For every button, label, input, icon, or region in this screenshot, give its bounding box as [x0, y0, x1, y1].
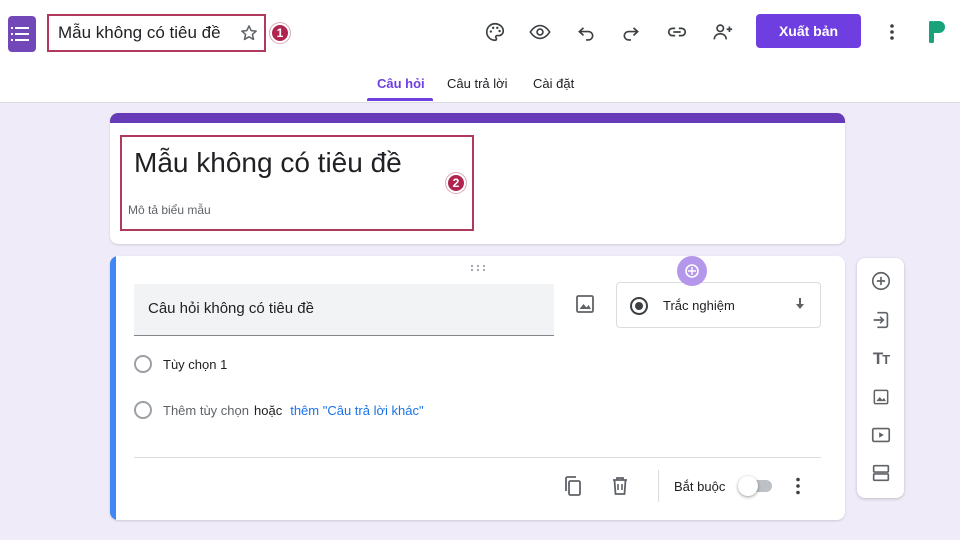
form-title-card: Mẫu không có tiêu đề Mô tả biểu mẫu	[110, 113, 845, 244]
add-video-icon[interactable]	[869, 423, 893, 447]
step-badge-1: 1	[270, 23, 290, 43]
add-option-link[interactable]: Thêm tùy chọn	[163, 403, 249, 418]
delete-icon[interactable]	[608, 474, 632, 498]
or-text: hoặc	[254, 402, 283, 418]
dropdown-arrow-icon	[796, 298, 804, 309]
form-name-field[interactable]: Mẫu không có tiêu đề	[47, 14, 266, 52]
undo-icon[interactable]	[574, 20, 598, 44]
step-badge-2: 2	[446, 173, 466, 193]
theme-strip	[110, 113, 845, 123]
add-title-icon[interactable]: TT	[869, 347, 893, 371]
app-header: Mẫu không có tiêu đề 1 Xuất bản Câu hỏi …	[0, 0, 960, 103]
add-option-row: Thêm tùy chọn hoặc thêm "Câu trả lời khá…	[134, 399, 424, 421]
option-row-1[interactable]: Tùy chọn 1	[134, 353, 227, 375]
question-footer-divider	[134, 457, 821, 458]
form-name-text: Mẫu không có tiêu đề	[58, 23, 221, 42]
add-collaborator-icon[interactable]	[711, 20, 735, 44]
option-radio	[134, 401, 152, 419]
radio-button-icon	[630, 297, 648, 315]
required-label: Bắt buộc	[674, 479, 726, 494]
add-question-icon[interactable]	[869, 269, 893, 293]
forms-app-icon[interactable]	[8, 16, 36, 52]
publish-button[interactable]: Xuất bản	[756, 14, 861, 48]
more-vert-icon[interactable]	[880, 20, 904, 44]
footer-separator	[658, 470, 659, 502]
add-image-icon[interactable]	[869, 385, 893, 409]
tab-settings[interactable]: Cài đặt	[533, 76, 574, 91]
option-text[interactable]: Tùy chọn 1	[163, 357, 227, 372]
question-more-icon[interactable]	[786, 474, 810, 498]
star-icon[interactable]	[239, 23, 259, 43]
required-toggle[interactable]	[738, 476, 774, 496]
add-image-icon[interactable]	[573, 292, 597, 316]
import-questions-icon[interactable]	[869, 308, 893, 332]
form-description[interactable]: Mô tả biểu mẫu	[128, 203, 211, 217]
active-tab-indicator	[367, 98, 433, 101]
link-icon[interactable]	[665, 20, 689, 44]
form-title[interactable]: Mẫu không có tiêu đề	[134, 147, 402, 179]
option-radio	[134, 355, 152, 373]
add-other-link[interactable]: thêm "Câu trả lời khác"	[290, 403, 423, 418]
side-toolbar: TT	[857, 258, 904, 498]
duplicate-icon[interactable]	[561, 474, 585, 498]
palette-icon[interactable]	[483, 20, 507, 44]
question-card: Câu hỏi không có tiêu đề Trắc nghiệm Tùy…	[110, 256, 845, 520]
tab-bar: Câu hỏi Câu trả lời Cài đặt	[0, 70, 960, 102]
redo-icon[interactable]	[619, 20, 643, 44]
cursor-indicator-icon	[677, 256, 707, 286]
tab-responses[interactable]: Câu trả lời	[447, 76, 508, 91]
question-type-label: Trắc nghiệm	[663, 298, 735, 313]
form-title-highlight[interactable]: Mẫu không có tiêu đề Mô tả biểu mẫu	[120, 135, 474, 231]
eye-icon[interactable]	[528, 20, 552, 44]
drag-handle-icon[interactable]	[470, 264, 486, 272]
question-title-input[interactable]: Câu hỏi không có tiêu đề	[134, 284, 554, 336]
question-type-select[interactable]: Trắc nghiệm	[616, 282, 821, 328]
active-question-indicator	[110, 256, 116, 520]
brand-logo-icon	[929, 21, 945, 43]
tab-questions[interactable]: Câu hỏi	[377, 76, 425, 91]
question-title-text: Câu hỏi không có tiêu đề	[148, 300, 314, 317]
add-section-icon[interactable]	[869, 461, 893, 485]
